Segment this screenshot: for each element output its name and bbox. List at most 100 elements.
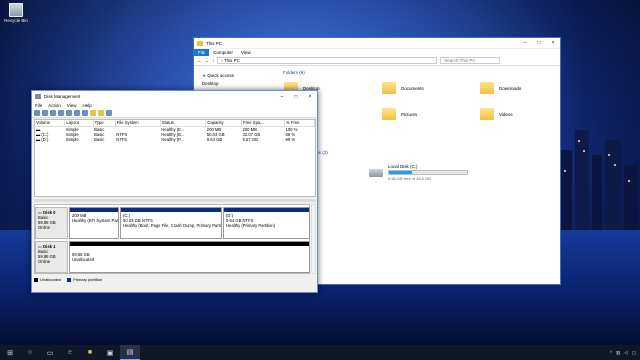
table-row[interactable]: ▬ (D:) Simple Basic NTFS Healthy (P... 9… xyxy=(35,137,315,143)
folder-icon[interactable] xyxy=(90,110,96,116)
partition-d[interactable]: (D:) 9.64 GB NTFS Healthy (Primary Parti… xyxy=(223,207,310,239)
list-icon[interactable] xyxy=(106,110,112,116)
up-icon[interactable]: ↑ xyxy=(212,58,214,63)
explorer-content: Folders (6) Desktop Documents Downloads … xyxy=(279,68,560,284)
forward-icon[interactable]: → xyxy=(205,58,210,63)
menu-file[interactable]: File xyxy=(32,103,45,108)
menu-view[interactable]: View xyxy=(64,103,80,108)
disk-1-row: ▭ Disk 1 Basic 59.88 GB Online 59.88 GB … xyxy=(35,241,311,273)
drive-c[interactable]: Local Disk (C:) 9.56 GB free of 49.3 GB xyxy=(369,164,468,181)
folder-item[interactable]: Documents xyxy=(382,78,480,98)
folder-label: Videos xyxy=(499,111,513,117)
folder-item[interactable]: Videos xyxy=(480,104,578,124)
disk-0-row: ▭ Disk 0 Basic 59.88 GB Online 200 MB He… xyxy=(35,207,311,239)
store-icon: ▣ xyxy=(106,349,114,357)
cell-capacity: 9.64 GB xyxy=(206,137,223,143)
volume-icon: ▬ xyxy=(36,126,41,132)
partition-efi[interactable]: 200 MB Healthy (EFI System Partiti xyxy=(69,207,119,239)
folder-icon xyxy=(480,108,494,120)
system-tray: ^ ▥ ◁ ▢ xyxy=(610,350,640,356)
file-explorer-button[interactable]: ■ xyxy=(80,345,100,360)
partition-desc: Healthy (EFI System Partiti xyxy=(72,218,119,223)
disk-1-label[interactable]: ▭ Disk 1 Basic 59.88 GB Online xyxy=(35,241,68,273)
partition-desc: Unallocated xyxy=(72,257,95,262)
folder-item[interactable]: Pictures xyxy=(382,104,480,124)
check-icon[interactable] xyxy=(82,110,88,116)
disk-management-taskbar-button[interactable]: ▤ xyxy=(120,345,140,360)
nav-item-quick-access[interactable]: ★ Quick access xyxy=(194,72,277,80)
refresh-icon[interactable] xyxy=(74,110,80,116)
dm-title: Disk Management xyxy=(44,94,81,99)
cell-filesystem: NTFS xyxy=(116,137,128,143)
close-icon[interactable]: × xyxy=(546,40,560,46)
dm-title-bar[interactable]: Disk Management – □ × xyxy=(32,91,317,102)
volume-name: (D:) xyxy=(41,137,49,143)
console-icon[interactable] xyxy=(50,110,56,116)
explorer-ribbon: File Computer View xyxy=(194,49,560,56)
folders-header[interactable]: Folders (6) xyxy=(279,68,560,78)
menu-action[interactable]: Action xyxy=(45,103,64,108)
cell-free-space: 9.57 GB xyxy=(242,137,258,143)
maximize-icon[interactable]: □ xyxy=(289,94,303,100)
partition-desc: Healthy (Primary Partition) xyxy=(226,223,276,228)
nav-item-desktop[interactable]: Desktop xyxy=(194,80,277,88)
minimize-icon[interactable]: – xyxy=(275,94,289,100)
taskbar: ⊞ ○ ▭ e ■ ▣ ▤ ^ ▥ ◁ ▢ xyxy=(0,345,640,360)
partition-c[interactable]: (C:) 50.03 GB NTFS Healthy (Boot, Page F… xyxy=(120,207,222,239)
address-input[interactable]: › This PC xyxy=(217,57,438,64)
desktop-city-skyline xyxy=(560,130,638,230)
legend-primary: Primary partition xyxy=(67,277,102,282)
recycle-bin[interactable]: Recycle Bin xyxy=(3,3,29,23)
task-view-button[interactable]: ▭ xyxy=(40,345,60,360)
partition-unallocated[interactable]: 59.88 GB Unallocated xyxy=(69,241,310,273)
address-text: This PC xyxy=(223,58,240,63)
folder-label: Pictures xyxy=(401,111,418,117)
search-icon: ○ xyxy=(27,349,33,356)
store-button[interactable]: ▣ xyxy=(100,345,120,360)
folder-icon xyxy=(382,108,396,120)
search-input[interactable]: Search This PC xyxy=(440,57,501,64)
cell-volume: ▬ (D:) xyxy=(35,137,65,143)
properties-icon[interactable] xyxy=(66,110,72,116)
tab-file[interactable]: File xyxy=(194,49,210,56)
partition-desc: Healthy (Boot, Page File, Crash Dump, Pr… xyxy=(123,223,222,228)
legend-swatch-primary xyxy=(67,277,72,282)
back-icon[interactable]: ← xyxy=(197,58,202,63)
edge-button[interactable]: e xyxy=(60,345,80,360)
pane-splitter[interactable] xyxy=(34,199,316,202)
maximize-icon[interactable]: □ xyxy=(532,40,546,46)
tab-computer[interactable]: Computer xyxy=(209,50,237,55)
disk-management-icon xyxy=(35,94,41,99)
graph-scrollbar[interactable] xyxy=(311,204,316,274)
tab-view[interactable]: View xyxy=(237,50,255,55)
folder-label: Documents xyxy=(401,85,424,91)
dm-toolbar xyxy=(32,109,317,118)
volume-icon[interactable]: ◁ xyxy=(624,350,627,356)
dm-legend: Unallocated Primary partition xyxy=(34,277,102,282)
action-center-icon[interactable]: ▢ xyxy=(632,350,636,356)
disk-0-label[interactable]: ▭ Disk 0 Basic 59.88 GB Online xyxy=(35,207,68,239)
start-button[interactable]: ⊞ xyxy=(0,345,20,360)
explore-icon[interactable] xyxy=(98,110,104,116)
network-icon[interactable]: ▥ xyxy=(616,350,620,356)
menu-help[interactable]: Help xyxy=(79,103,94,108)
close-icon[interactable]: × xyxy=(303,94,317,100)
disk-0-partitions: 200 MB Healthy (EFI System Partiti (C:) … xyxy=(68,207,311,239)
drive-usage-bar xyxy=(388,170,468,175)
drive-label: Local Disk (C:) xyxy=(388,164,418,169)
minimize-icon[interactable]: – xyxy=(518,40,532,46)
forward-icon[interactable] xyxy=(42,110,48,116)
cell-type: Basic xyxy=(94,137,105,143)
explorer-title-bar[interactable]: This PC – □ × xyxy=(194,38,560,49)
folder-item[interactable]: Downloads xyxy=(480,78,578,98)
help-icon[interactable] xyxy=(58,110,64,116)
legend-label: Unallocated xyxy=(40,277,62,282)
hard-drive-icon xyxy=(369,168,383,177)
disk-1-partitions: 59.88 GB Unallocated xyxy=(68,241,311,273)
chevron-up-icon[interactable]: ^ xyxy=(610,350,612,355)
folder-icon xyxy=(480,82,494,94)
explorer-address-bar: ← → ↑ › This PC Search This PC xyxy=(194,56,560,66)
search-button[interactable]: ○ xyxy=(20,345,40,360)
disk-state: Online xyxy=(38,225,51,230)
back-icon[interactable] xyxy=(34,110,40,116)
